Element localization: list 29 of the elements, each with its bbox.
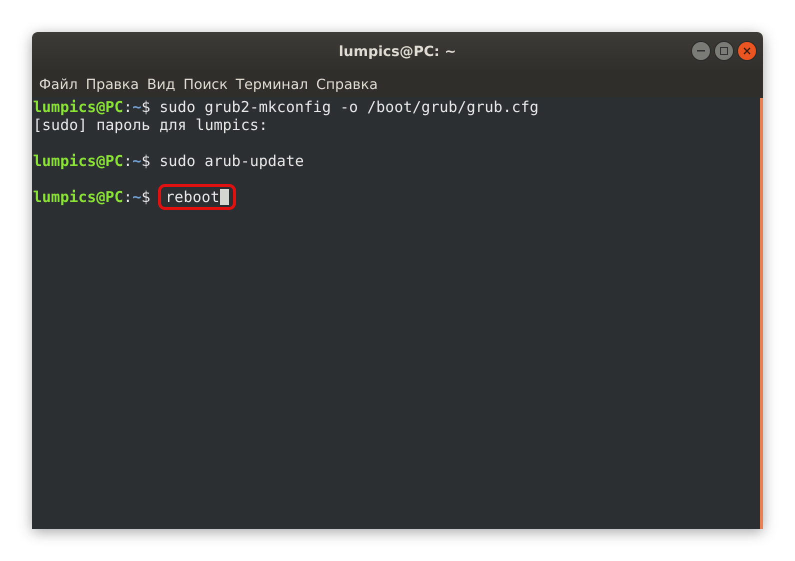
prompt-symbol: $ — [141, 98, 150, 116]
close-icon — [743, 47, 751, 55]
prompt-symbol: $ — [141, 188, 150, 206]
command-text: sudo arub-update — [159, 152, 304, 170]
maximize-icon — [720, 47, 728, 55]
command-text: reboot — [165, 188, 220, 206]
window-title: lumpics@PC: ~ — [338, 44, 456, 60]
prompt-host: lumpics@PC — [33, 188, 124, 206]
menu-item[interactable]: Терминал — [232, 76, 312, 92]
maximize-button[interactable] — [714, 41, 734, 61]
output-text: [sudo] пароль для lumpics: — [33, 116, 268, 134]
prompt-path: ~ — [132, 188, 142, 206]
minimize-button[interactable] — [691, 41, 711, 61]
menu-item[interactable]: Файл — [35, 76, 82, 92]
close-button[interactable] — [737, 41, 757, 61]
prompt-path: ~ — [132, 98, 142, 116]
menu-item[interactable]: Поиск — [179, 76, 232, 92]
prompt-host: lumpics@PC — [33, 98, 124, 116]
prompt-separator: : — [123, 152, 132, 170]
prompt-symbol: $ — [141, 152, 150, 170]
prompt-separator: : — [123, 188, 132, 206]
prompt-separator: : — [123, 98, 132, 116]
menu-item[interactable]: Вид — [142, 76, 180, 92]
prompt-path: ~ — [132, 152, 142, 170]
minimize-icon — [697, 50, 705, 52]
menu-item[interactable]: Правка — [82, 76, 143, 92]
menu-item[interactable]: Справка — [312, 76, 382, 92]
prompt-host: lumpics@PC — [33, 152, 124, 170]
command-text: sudo grub2-mkconfig -o /boot/grub/grub.cfg — [159, 98, 539, 116]
